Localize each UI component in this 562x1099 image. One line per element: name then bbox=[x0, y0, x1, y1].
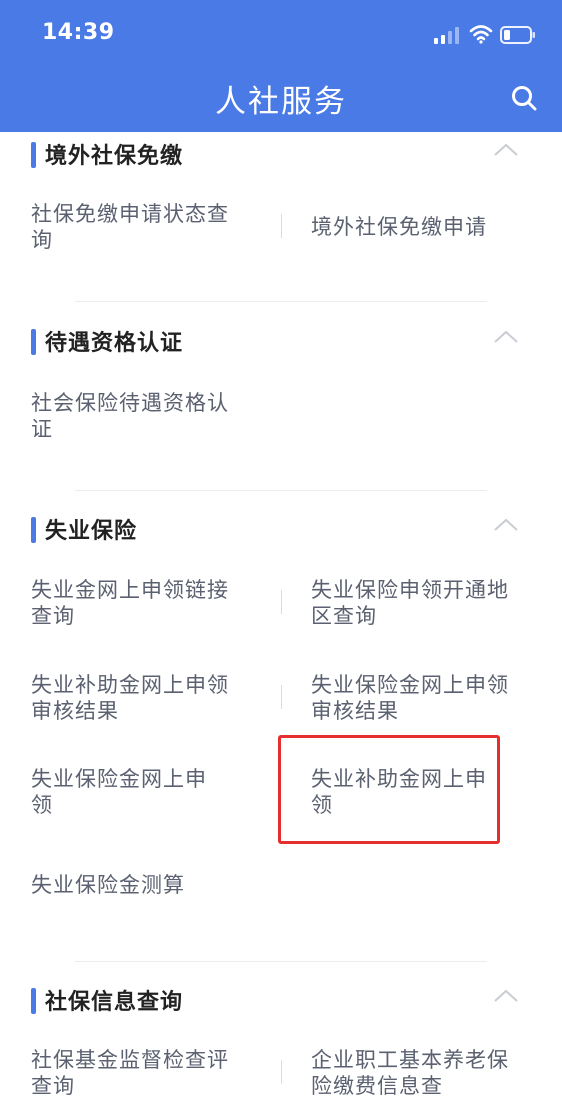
divider bbox=[75, 961, 487, 962]
list-item[interactable]: 境外社保免缴申请 bbox=[311, 214, 541, 240]
chevron-up-icon[interactable] bbox=[492, 515, 520, 535]
battery-icon bbox=[500, 26, 535, 44]
list-item[interactable]: 失业保险金网上申领审核结果 bbox=[311, 672, 511, 724]
section-title: 社保信息查询 bbox=[45, 990, 184, 1015]
search-icon[interactable] bbox=[510, 84, 538, 112]
top-bar: 14:39 人社服务 bbox=[0, 0, 562, 132]
divider bbox=[281, 1060, 282, 1084]
status-time: 14:39 bbox=[42, 20, 115, 45]
section-accent-bar bbox=[31, 142, 36, 168]
chevron-up-icon[interactable] bbox=[492, 986, 520, 1006]
wifi-icon bbox=[469, 25, 493, 44]
list-item[interactable]: 社保基金监督检查评查询 bbox=[31, 1047, 231, 1099]
highlight-box bbox=[278, 735, 500, 844]
list-item[interactable]: 企业职工基本养老保险缴费信息查 bbox=[311, 1047, 511, 1099]
divider bbox=[75, 301, 487, 302]
chevron-up-icon[interactable] bbox=[492, 327, 520, 347]
section-header-overseas-exemption[interactable]: 境外社保免缴 bbox=[0, 136, 562, 176]
section-header-qualification-cert[interactable]: 待遇资格认证 bbox=[0, 323, 562, 363]
divider bbox=[281, 590, 282, 614]
chevron-up-icon[interactable] bbox=[492, 140, 520, 160]
section-title: 待遇资格认证 bbox=[45, 331, 184, 356]
divider bbox=[281, 214, 282, 238]
section-header-unemployment-insurance[interactable]: 失业保险 bbox=[0, 511, 562, 551]
section-title: 境外社保免缴 bbox=[45, 144, 184, 169]
list-item[interactable]: 失业金网上申领链接查询 bbox=[31, 577, 231, 629]
list-item[interactable]: 社会保险待遇资格认证 bbox=[31, 390, 231, 442]
signal-icon bbox=[434, 27, 459, 44]
divider bbox=[75, 490, 487, 491]
list-item[interactable]: 失业保险申领开通地区查询 bbox=[311, 577, 511, 629]
section-title: 失业保险 bbox=[45, 519, 138, 544]
section-accent-bar bbox=[31, 329, 36, 355]
section-accent-bar bbox=[31, 988, 36, 1014]
section-header-social-security-query[interactable]: 社保信息查询 bbox=[0, 982, 562, 1022]
list-item[interactable]: 失业保险金测算 bbox=[31, 872, 271, 898]
page-title: 人社服务 bbox=[215, 84, 347, 120]
section-accent-bar bbox=[31, 517, 36, 543]
list-item[interactable]: 失业保险金网上申领 bbox=[31, 766, 211, 818]
divider bbox=[281, 685, 282, 709]
list-item[interactable]: 社保免缴申请状态查询 bbox=[31, 201, 231, 253]
list-item[interactable]: 失业补助金网上申领审核结果 bbox=[31, 672, 231, 724]
